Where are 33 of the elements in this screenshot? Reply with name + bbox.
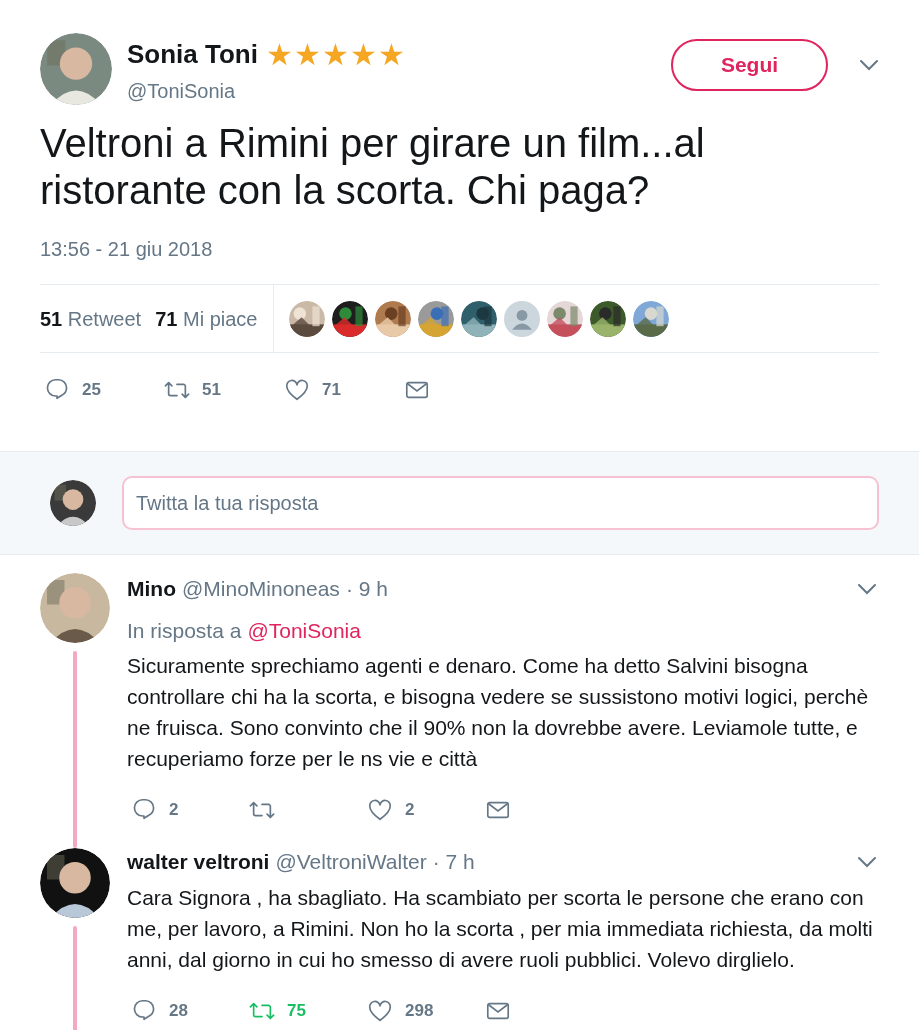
tweet-timestamp: 13:56 - 21 giu 2018 [40,237,214,262]
user-handle[interactable]: @MinoMinoneas [182,573,340,605]
tweet-text: Veltroni a Rimini per girare un film...al ristorante con la scorta. Chi paga? [40,120,706,214]
stat-link[interactable]: 71 Mi piace [155,303,258,334]
reply-time[interactable]: · 9 h [345,573,388,605]
chevron-down-icon[interactable] [859,59,879,71]
action-count: 75 [287,999,306,1022]
chevron-down-icon[interactable] [857,855,877,868]
user-name[interactable]: Sonia Toni [127,35,258,74]
action-count: 25 [82,379,101,402]
star-emoji: ★★★★★ [265,39,406,70]
action-count: 298 [405,999,434,1022]
user-handle[interactable]: @VeltroniWalter [275,846,427,878]
heart-icon[interactable] [367,797,393,823]
in-reply-to-label: In risposta a [127,617,242,644]
reply-time[interactable]: · 7 h [432,846,475,878]
reply-text: Cara Signora , ha sbagliato. Ha scambiato per scorta le persone che erano con me, per lavoro, a Rimini. Non ho la scorta , per mia immediata richiesta, da molti anni, dal giorno in cui ho smesso di avere ruoli pubblici. Volevo dirglielo. [127,884,874,973]
action-count: 28 [169,999,188,1022]
mention-link[interactable]: @ToniSonia [247,614,361,646]
default-avatar-icon [504,300,541,337]
user-name[interactable]: walter veltroni [127,846,270,878]
user-handle[interactable]: @ToniSonia [127,76,406,106]
action-count: 71 [322,379,341,402]
reply-text: Sicuramente sprechiamo agenti e denaro. Come ha detto Salvini bisogna controllare chi ha la scorta, e bisogna vedere se sussistono motivi logici, perchè ne fruisca. Sono convinto che il 90% non la dovrebbe avere. Leviamole tutte, e recuperiamo forze per le ns vie e città [127,653,870,772]
user-name[interactable]: Mino [127,573,176,605]
follow-button[interactable]: Segui [671,39,828,91]
action-count: 2 [169,799,179,822]
action-count: 51 [202,379,221,402]
action-count: 2 [405,799,415,822]
stat-link[interactable]: 51 Retweet [40,303,142,334]
heart-icon[interactable] [284,377,310,403]
chevron-down-icon[interactable] [857,582,877,595]
reply-input-field[interactable]: Twitta la tua risposta [122,476,879,530]
